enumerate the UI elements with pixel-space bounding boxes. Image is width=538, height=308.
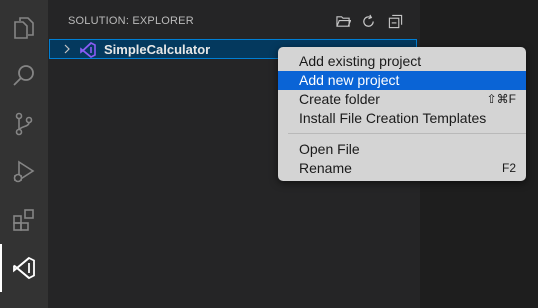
menu-item-label: Open File — [299, 141, 360, 157]
run-debug-icon[interactable] — [0, 148, 48, 196]
menu-item-add-new-project[interactable]: Add new project — [278, 71, 526, 90]
extensions-icon[interactable] — [0, 196, 48, 244]
files-icon[interactable] — [0, 4, 48, 52]
activity-bar — [0, 0, 48, 308]
menu-item-label: Install File Creation Templates — [299, 110, 487, 126]
open-folder-icon[interactable] — [334, 12, 352, 30]
menu-item-label: Create folder — [299, 91, 380, 107]
menu-item-create-folder[interactable]: Create folder ⇧⌘F — [278, 90, 526, 109]
menu-item-add-existing-project[interactable]: Add existing project — [278, 52, 526, 71]
sidebar-header: SOLUTION: EXPLORER — [48, 0, 420, 38]
menu-shortcut: F2 — [501, 161, 516, 175]
menu-item-label: Add existing project — [299, 53, 422, 69]
menu-item-open-file[interactable]: Open File — [278, 140, 526, 159]
solution-explorer-icon[interactable] — [0, 244, 48, 292]
menu-item-label: Add new project — [299, 72, 400, 88]
collapse-all-icon[interactable] — [386, 12, 404, 30]
refresh-icon[interactable] — [359, 12, 377, 30]
menu-item-install-file-creation-templates[interactable]: Install File Creation Templates — [278, 109, 526, 128]
context-menu: Add existing project Add new project Cre… — [278, 47, 526, 181]
menu-shortcut: ⇧⌘F — [486, 92, 516, 106]
search-icon[interactable] — [0, 52, 48, 100]
sidebar-title: SOLUTION: EXPLORER — [68, 15, 194, 27]
menu-item-label: Rename — [299, 160, 352, 176]
source-control-icon[interactable] — [0, 100, 48, 148]
visual-studio-icon — [80, 42, 96, 58]
menu-separator — [288, 133, 526, 134]
chevron-right-icon[interactable] — [62, 44, 72, 54]
menu-item-rename[interactable]: Rename F2 — [278, 159, 526, 178]
tree-item-label: SimpleCalculator — [104, 42, 211, 57]
